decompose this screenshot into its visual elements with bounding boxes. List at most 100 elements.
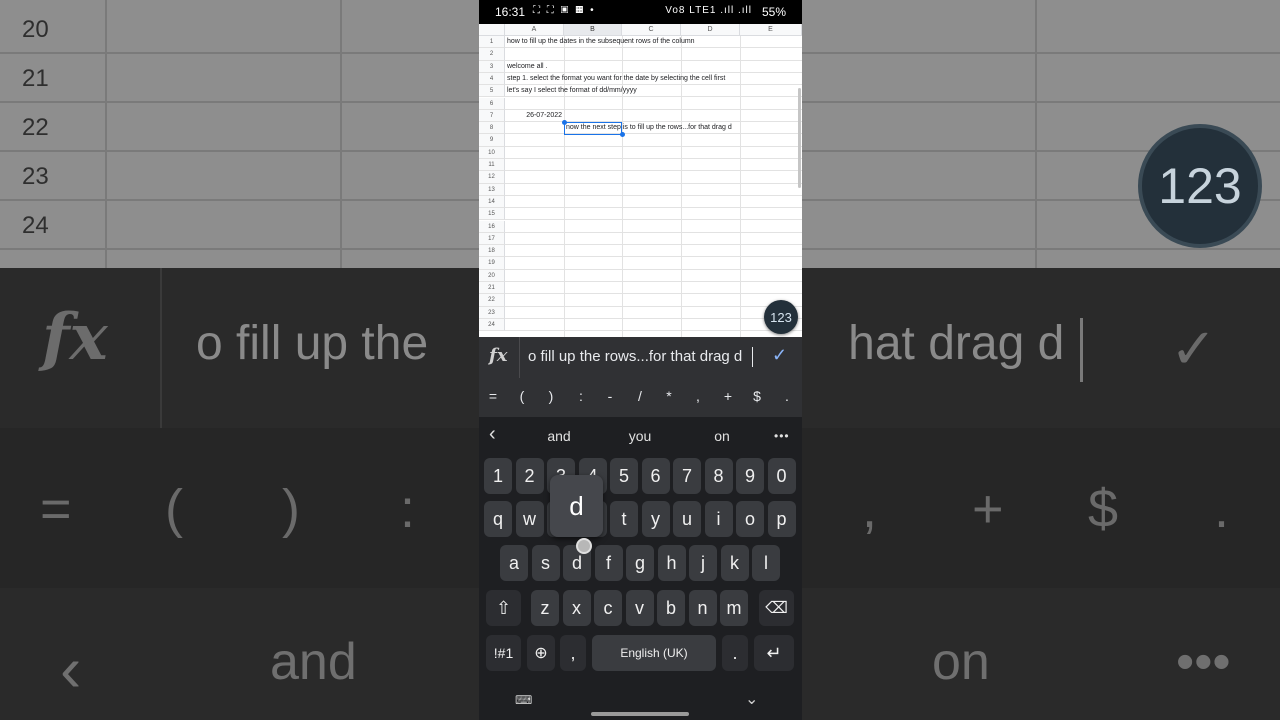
- row-header[interactable]: 21: [479, 282, 505, 295]
- chevron-down-icon[interactable]: ⌄: [745, 689, 758, 709]
- more-dots-icon[interactable]: •••: [774, 429, 790, 443]
- key-g[interactable]: g: [626, 545, 654, 581]
- row-header[interactable]: 23: [479, 306, 505, 319]
- vertical-scrollbar[interactable]: [798, 88, 801, 188]
- key-i[interactable]: i: [704, 501, 733, 537]
- key-t[interactable]: t: [610, 501, 638, 537]
- suggestion-on[interactable]: on: [702, 428, 742, 444]
- checkmark-icon[interactable]: ✓: [772, 345, 787, 366]
- key-z[interactable]: z: [531, 590, 559, 626]
- key-y[interactable]: y: [641, 501, 670, 537]
- keyboard-icon[interactable]: ⌨: [515, 693, 533, 707]
- row-header[interactable]: 9: [479, 134, 505, 147]
- row-header[interactable]: 1: [479, 36, 505, 49]
- row-header[interactable]: 14: [479, 195, 505, 209]
- key-m[interactable]: m: [720, 590, 748, 626]
- symbol-key[interactable]: ): [541, 388, 561, 404]
- space-bar[interactable]: English (UK): [592, 635, 716, 671]
- row-header[interactable]: 15: [479, 208, 505, 221]
- key-h[interactable]: h: [657, 545, 686, 581]
- key-j[interactable]: j: [689, 545, 717, 581]
- row-header[interactable]: 12: [479, 171, 505, 184]
- symbol-key[interactable]: (: [512, 388, 532, 404]
- globe-icon[interactable]: ⊕: [527, 635, 555, 671]
- background-suggestion: and: [270, 633, 357, 691]
- row-header[interactable]: 6: [479, 97, 505, 110]
- row-header[interactable]: 20: [479, 269, 505, 282]
- row-header[interactable]: 16: [479, 220, 505, 233]
- formula-bar[interactable]: fx o fill up the rows...for that drag d …: [479, 337, 802, 378]
- number-format-button[interactable]: 123: [764, 300, 798, 334]
- key-a[interactable]: a: [500, 545, 528, 581]
- symbol-key[interactable]: :: [571, 388, 591, 404]
- row-header[interactable]: 2: [479, 48, 505, 61]
- symbol-key[interactable]: $: [747, 388, 767, 404]
- shift-icon[interactable]: ⇧: [486, 590, 521, 626]
- key-2[interactable]: 2: [515, 458, 544, 494]
- key-w[interactable]: w: [515, 501, 544, 537]
- key-9[interactable]: 9: [736, 458, 764, 494]
- key-c[interactable]: c: [594, 590, 622, 626]
- row-header[interactable]: 13: [479, 183, 505, 196]
- column-header-b[interactable]: B: [564, 24, 622, 36]
- home-handle[interactable]: [591, 712, 689, 716]
- key-v[interactable]: v: [625, 590, 654, 626]
- row-header[interactable]: 18: [479, 245, 505, 258]
- key-q[interactable]: q: [484, 501, 512, 537]
- row-header[interactable]: 5: [479, 85, 505, 98]
- row-header[interactable]: 10: [479, 146, 505, 159]
- symbol-key[interactable]: /: [630, 388, 650, 404]
- selected-cell-b8[interactable]: [564, 122, 622, 135]
- row-header[interactable]: 8: [479, 122, 505, 135]
- row-header[interactable]: 3: [479, 60, 505, 73]
- key-l[interactable]: l: [752, 545, 780, 581]
- symbol-key[interactable]: ,: [688, 388, 708, 404]
- symbol-key[interactable]: +: [718, 388, 738, 404]
- row-header[interactable]: 22: [479, 294, 505, 307]
- row-header[interactable]: 24: [479, 318, 505, 332]
- enter-icon[interactable]: ↵: [754, 635, 794, 671]
- key-s[interactable]: s: [531, 545, 560, 581]
- key-b[interactable]: b: [657, 590, 685, 626]
- row-header[interactable]: 4: [479, 72, 505, 86]
- chevron-left-icon[interactable]: ‹: [489, 423, 496, 446]
- symbol-key[interactable]: *: [659, 388, 679, 404]
- row-header[interactable]: 7: [479, 109, 505, 123]
- background-suggestion: on: [932, 633, 990, 691]
- suggestion-and[interactable]: and: [539, 428, 579, 444]
- symbol-key[interactable]: -: [600, 388, 620, 404]
- key-n[interactable]: n: [688, 590, 717, 626]
- key-u[interactable]: u: [673, 501, 701, 537]
- key-6[interactable]: 6: [641, 458, 670, 494]
- row-header[interactable]: 11: [479, 159, 505, 172]
- key-5[interactable]: 5: [610, 458, 638, 494]
- row-header[interactable]: 19: [479, 257, 505, 270]
- key-8[interactable]: 8: [704, 458, 733, 494]
- key-f[interactable]: f: [594, 545, 623, 581]
- selection-handle[interactable]: [562, 120, 567, 125]
- symbols-key[interactable]: !#1: [486, 635, 521, 671]
- column-header-a[interactable]: A: [505, 24, 564, 36]
- key-o[interactable]: o: [736, 501, 764, 537]
- symbol-key[interactable]: .: [777, 388, 797, 404]
- key-1[interactable]: 1: [484, 458, 512, 494]
- key-k[interactable]: k: [720, 545, 749, 581]
- column-header-c[interactable]: C: [622, 24, 681, 36]
- comma-key[interactable]: ,: [560, 635, 586, 671]
- key-0[interactable]: 0: [767, 458, 796, 494]
- row-header[interactable]: 17: [479, 232, 505, 246]
- key-p[interactable]: p: [767, 501, 796, 537]
- suggestion-you[interactable]: you: [620, 428, 660, 444]
- period-key[interactable]: .: [722, 635, 748, 671]
- spreadsheet-grid[interactable]: A B C D E 1 2 3 4 5 6 7 8 9 10 11 12 13 14 15 16 17 18 19 2…: [479, 24, 802, 337]
- backspace-icon[interactable]: ⌫: [759, 590, 794, 626]
- column-header-d[interactable]: D: [681, 24, 740, 36]
- column-header-e[interactable]: E: [740, 24, 802, 36]
- key-7[interactable]: 7: [673, 458, 701, 494]
- corner-header[interactable]: [479, 24, 505, 36]
- formula-input[interactable]: o fill up the rows...for that drag d: [528, 348, 742, 365]
- grid-row: [505, 270, 802, 282]
- selection-handle[interactable]: [620, 132, 625, 137]
- symbol-key[interactable]: =: [483, 388, 503, 404]
- key-x[interactable]: x: [562, 590, 591, 626]
